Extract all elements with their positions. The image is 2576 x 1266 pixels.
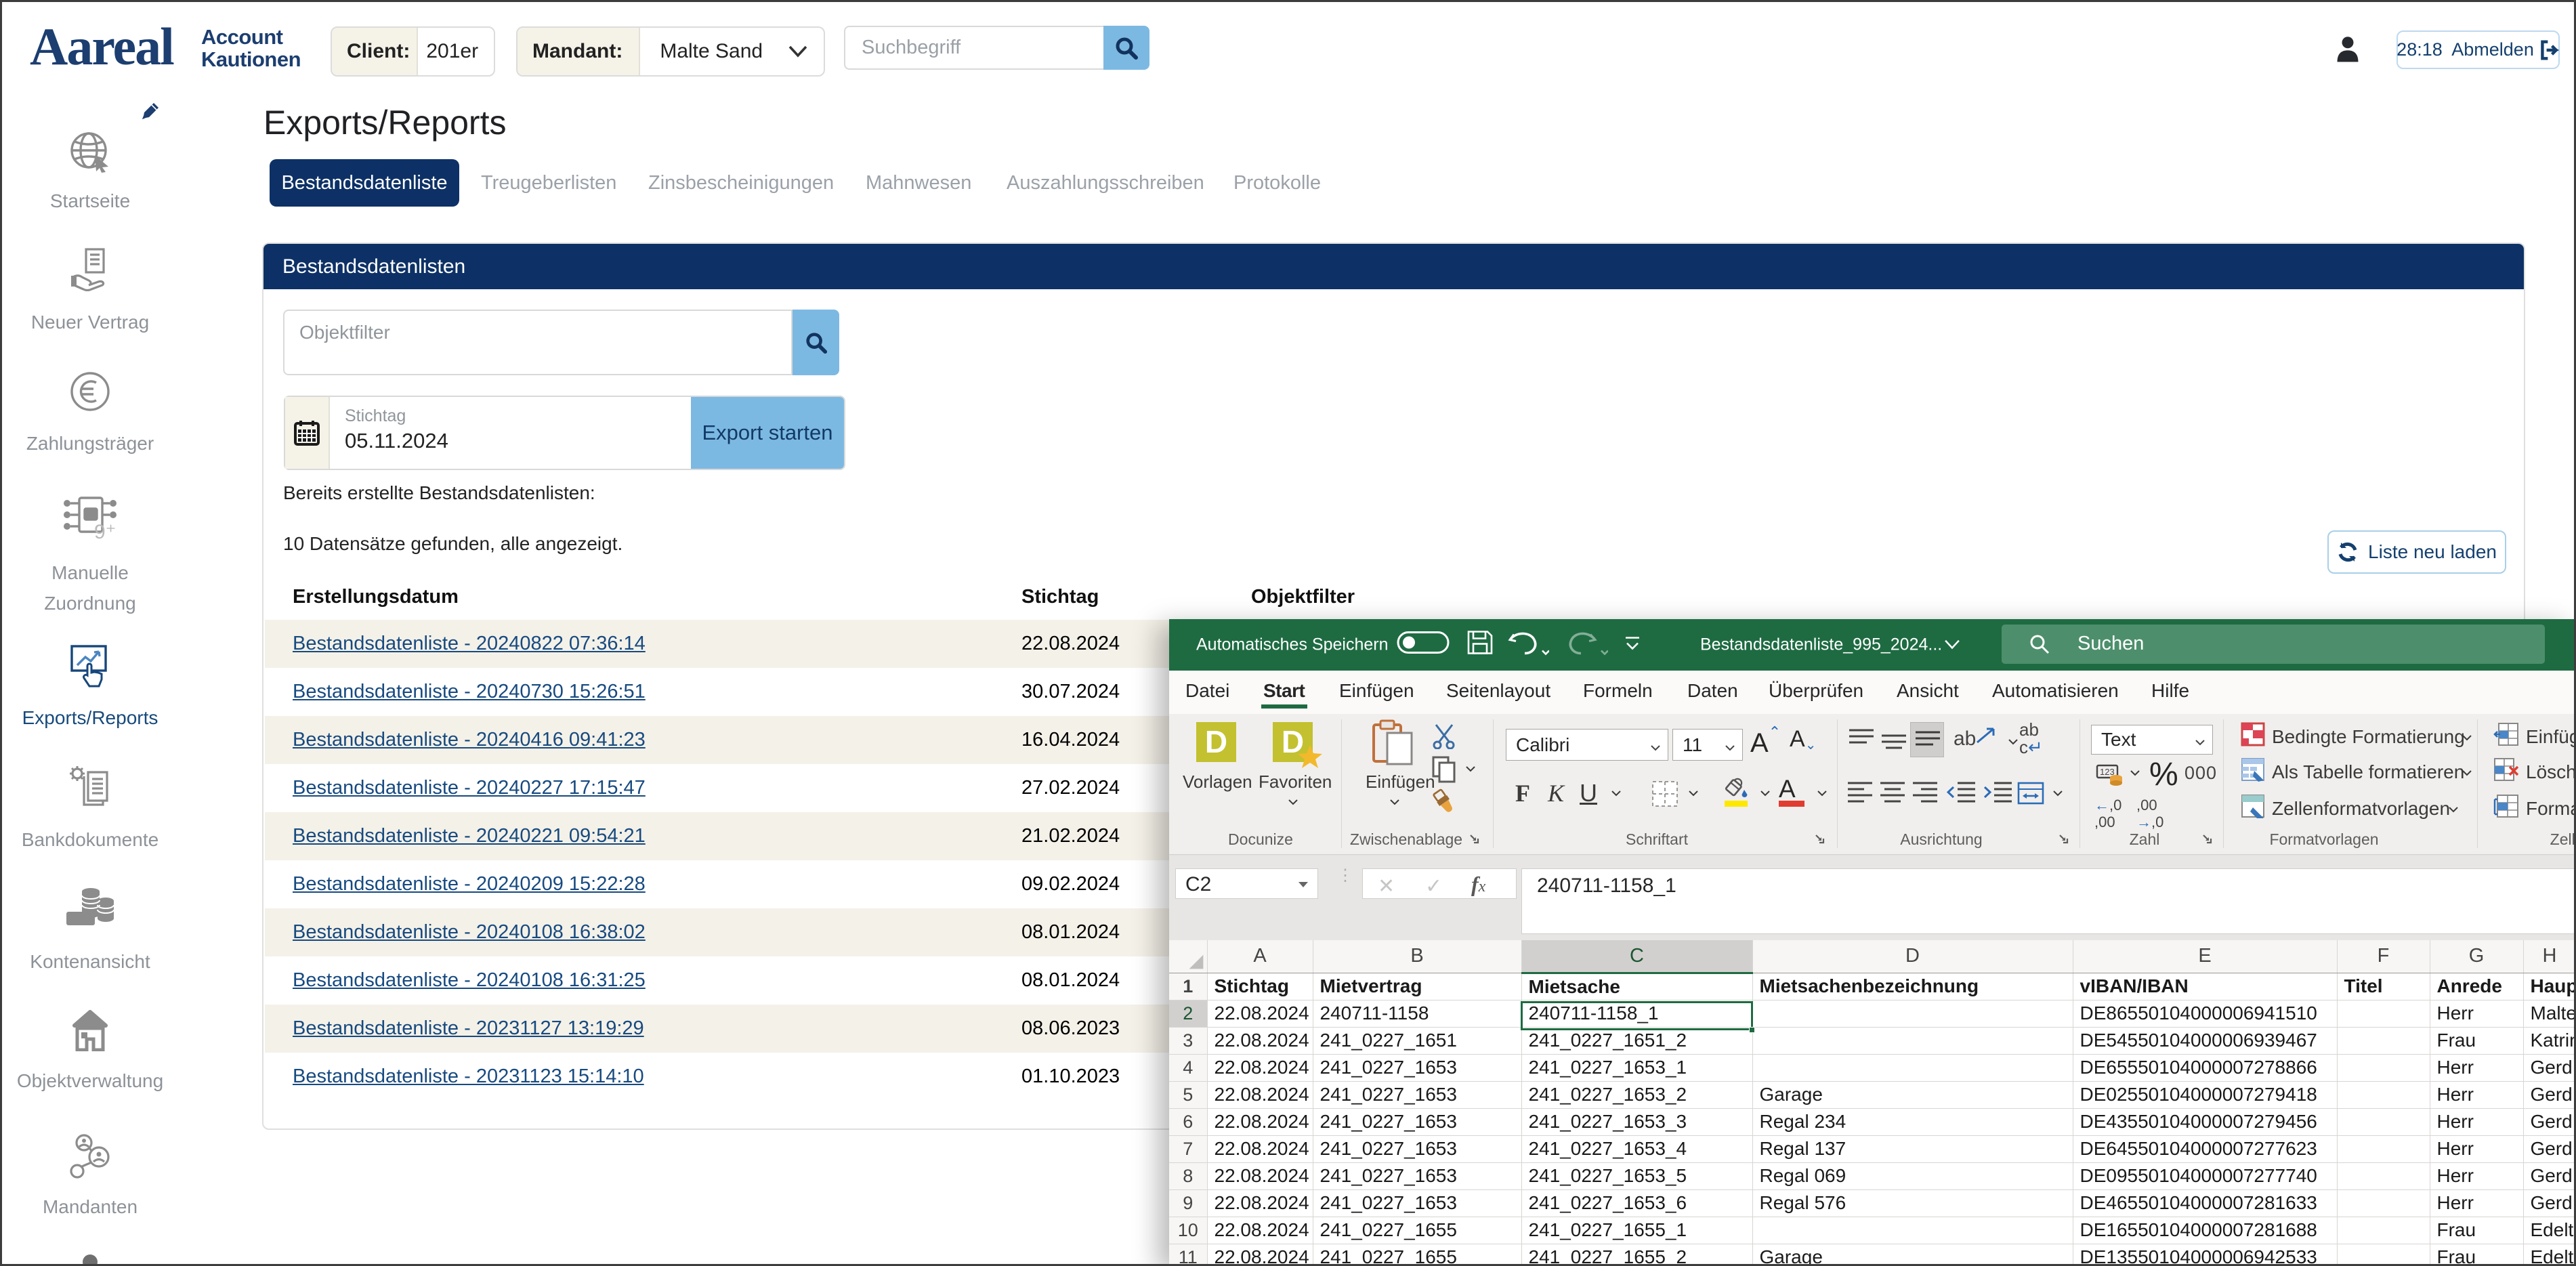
svg-text:9⁺: 9⁺ [94,521,117,540]
svg-text:123: 123 [2100,767,2115,777]
